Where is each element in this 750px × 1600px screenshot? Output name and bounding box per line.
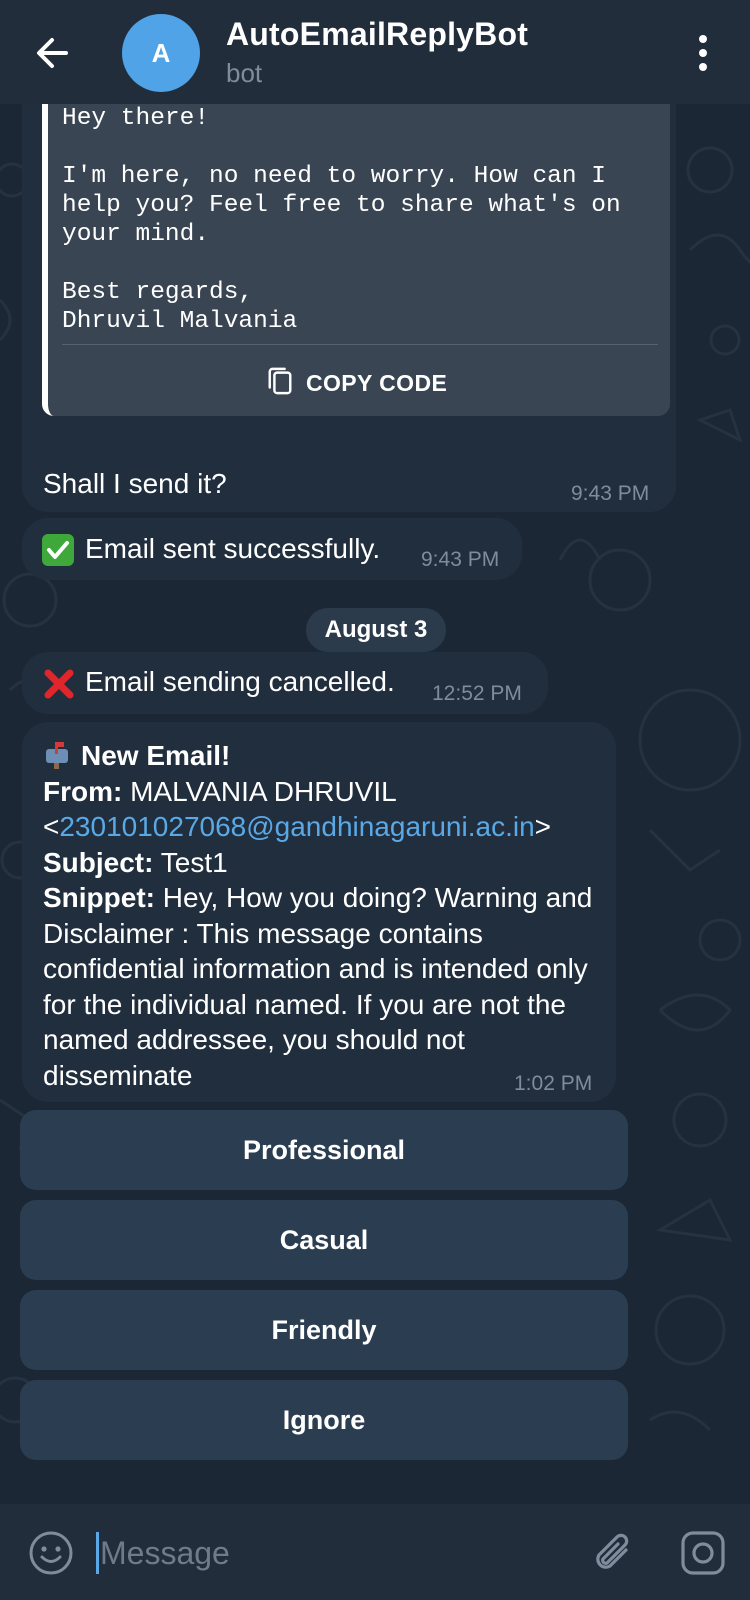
copy-code-button[interactable]: COPY CODE: [266, 360, 447, 406]
code-divider: [62, 344, 658, 345]
camera-icon[interactable]: [680, 1530, 726, 1576]
message-bubble-draft: Hey there! I'm here, no need to worry. H…: [22, 60, 676, 512]
copy-code-label: COPY CODE: [306, 369, 448, 396]
tone-button-professional[interactable]: Professional: [20, 1110, 628, 1190]
ignore-button[interactable]: Ignore: [20, 1380, 628, 1460]
bot-avatar[interactable]: A: [122, 14, 200, 92]
message-bubble-new-email: New Email! From: MALVANIA DHRUVIL <23010…: [22, 722, 616, 1102]
back-arrow-icon[interactable]: [30, 30, 76, 76]
smiley-icon[interactable]: [28, 1530, 74, 1576]
avatar-letter: A: [151, 37, 171, 68]
message-time: 9:43 PM: [421, 548, 500, 571]
more-vertical-icon[interactable]: [688, 32, 718, 76]
check-mark-button-icon: [42, 534, 74, 571]
chat-header: A AutoEmailReplyBot bot: [0, 0, 750, 104]
email-from-name: MALVANIA DHRUVIL: [130, 775, 396, 807]
email-address-link[interactable]: 230101027068@gandhinagaruni.ac.in: [59, 811, 534, 842]
message-time: 9:43 PM: [571, 482, 650, 505]
email-from-label: From:: [43, 775, 123, 807]
chat-screen: A AutoEmailReplyBot bot Hey there! I'm h…: [0, 0, 750, 1600]
message-input-bar: [0, 1504, 750, 1600]
email-heading-line: New Email!: [43, 738, 603, 774]
email-heading: New Email!: [81, 740, 231, 771]
message-text: Email sent successfully.: [85, 533, 381, 564]
chat-title[interactable]: AutoEmailReplyBot: [226, 16, 528, 53]
copy-icon: [266, 366, 294, 401]
message-text: Email sending cancelled.: [85, 666, 395, 697]
email-snippet-line: Snippet: Hey, How you doing? Warning and…: [43, 880, 603, 1093]
message-time: 12:52 PM: [432, 682, 522, 705]
cross-mark-icon: [42, 667, 76, 706]
email-from-line: From: MALVANIA DHRUVIL <230101027068@gan…: [43, 775, 551, 843]
code-text: Hey there! I'm here, no need to worry. H…: [62, 105, 621, 335]
mailbox-icon: [43, 739, 73, 769]
date-separator: August 3: [306, 608, 446, 652]
email-snippet: Hey, How you doing? Warning and Disclaim…: [43, 882, 593, 1091]
tone-button-casual[interactable]: Casual: [20, 1200, 628, 1280]
paperclip-icon[interactable]: [590, 1528, 636, 1578]
email-snippet-label: Snippet:: [43, 882, 155, 913]
message-input[interactable]: [98, 1526, 542, 1580]
email-body: New Email! From: MALVANIA DHRUVIL <23010…: [43, 738, 603, 1093]
tone-button-friendly[interactable]: Friendly: [20, 1290, 628, 1370]
message-bubble-cancelled: Email sending cancelled. 12:52 PM: [22, 652, 548, 714]
message-text: Shall I send it?: [43, 468, 227, 499]
code-block: Hey there! I'm here, no need to worry. H…: [42, 104, 670, 416]
email-subject: Test1: [160, 846, 228, 878]
chat-subtitle: bot: [226, 58, 263, 88]
message-time: 1:02 PM: [514, 1072, 593, 1095]
email-subject-line: Subject: Test1: [43, 845, 603, 881]
message-bubble-sent: Email sent successfully. 9:43 PM: [22, 518, 522, 580]
email-subject-label: Subject:: [43, 846, 154, 878]
